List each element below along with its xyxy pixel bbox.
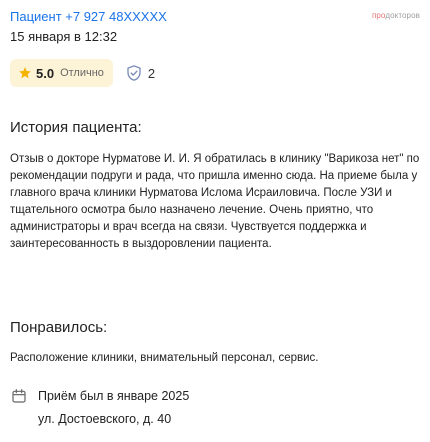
calendar-icon: [12, 389, 26, 403]
rating-score: 5.0: [36, 65, 55, 81]
brand-logo: продокторов: [372, 11, 420, 20]
patient-name: Пациент +7 927 48XXXXX: [10, 9, 167, 24]
verified-badge[interactable]: 2: [125, 64, 155, 82]
history-title: История пациента:: [10, 119, 142, 136]
review-header: Пациент +7 927 48XXXXX продокторов 15 ян…: [10, 8, 420, 46]
review-date: 15 января в 12:32: [10, 29, 118, 44]
liked-text: Расположение клиники, внимательный персо…: [10, 352, 319, 364]
visit-date: Приём был в январе 2025: [38, 389, 190, 403]
visit-address: ул. Достоевского, д. 40: [38, 412, 172, 426]
history-text: Отзыв о докторе Нурматове И. И. Я обрати…: [10, 153, 420, 250]
shield-check-icon: [127, 65, 141, 81]
rating-badge[interactable]: 5.0 Отлично: [10, 59, 113, 87]
verified-count: 2: [147, 65, 156, 81]
liked-title: Понравилось:: [10, 319, 108, 336]
star-icon: [19, 67, 31, 79]
brand-logo-part2: докторов: [385, 11, 420, 20]
rating-label: Отлично: [60, 67, 104, 79]
rating-bar: 5.0 Отлично 2: [10, 59, 155, 87]
brand-logo-part1: про: [371, 11, 386, 20]
